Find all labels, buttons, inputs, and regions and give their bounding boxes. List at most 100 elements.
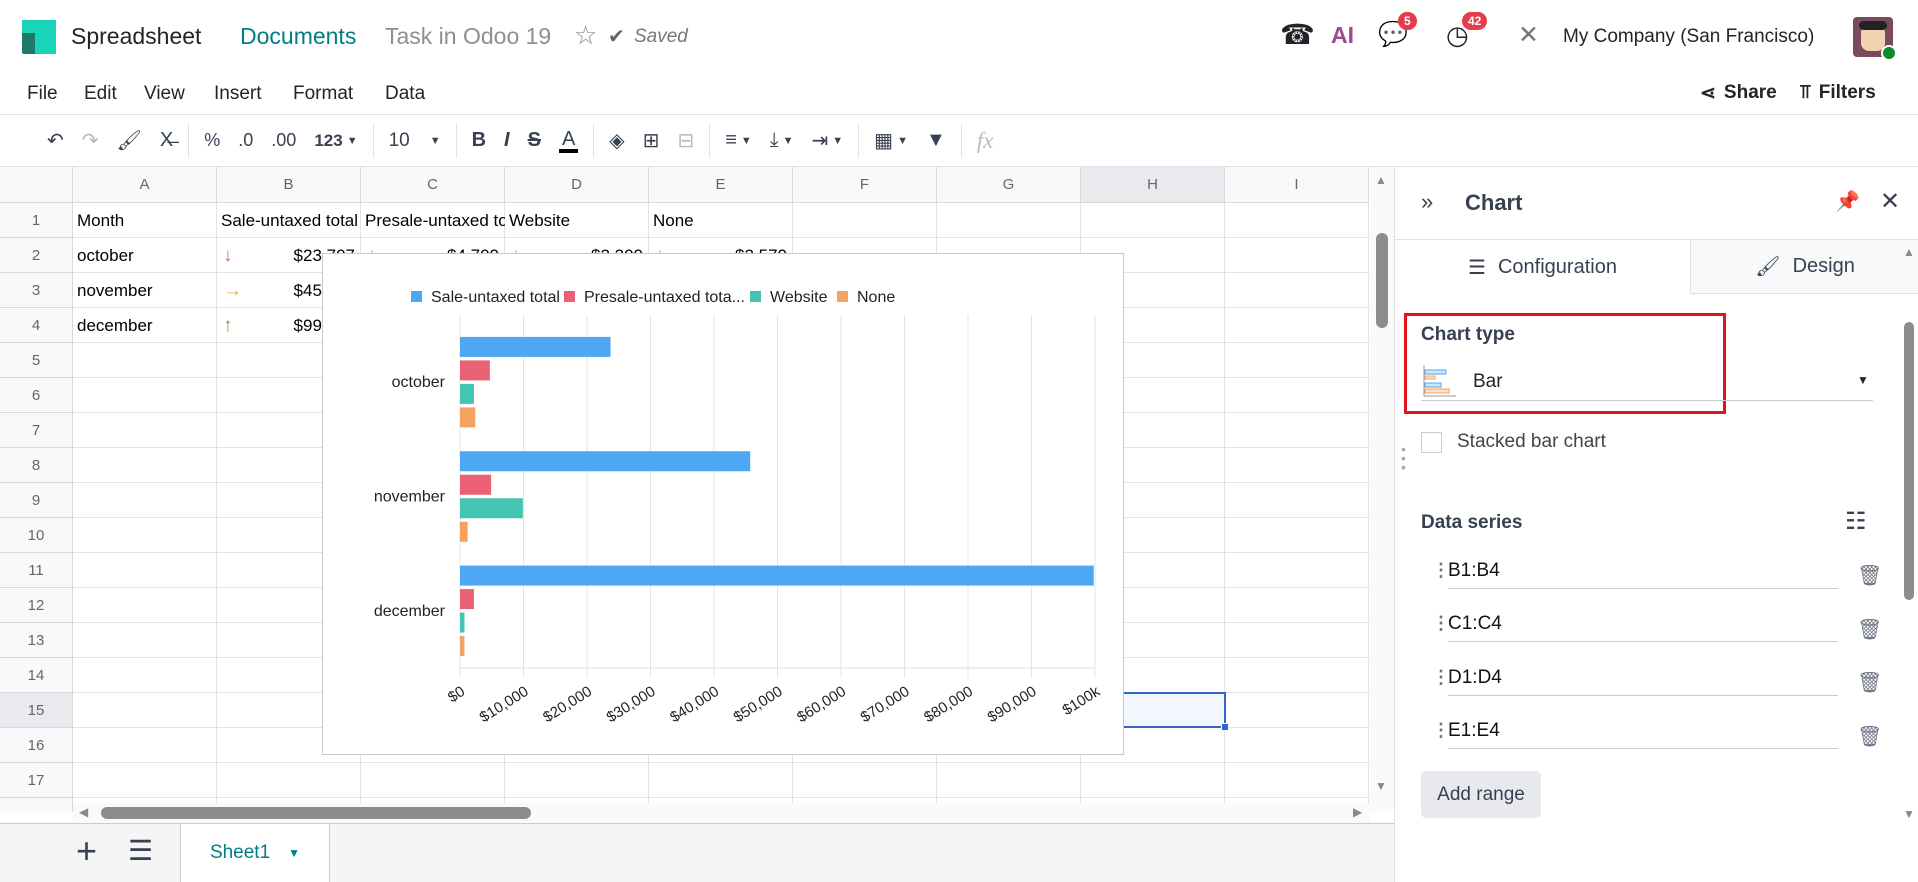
grid-cell[interactable]: october — [73, 238, 217, 273]
range-input[interactable]: C1:C4 — [1448, 613, 1838, 642]
row-header[interactable]: 17 — [0, 763, 73, 798]
spreadsheet-logo-icon[interactable] — [22, 20, 56, 54]
grid-cell[interactable]: Presale-untaxed total — [361, 203, 505, 238]
row-header[interactable]: 13 — [0, 623, 73, 658]
pin-icon[interactable]: 📌 — [1835, 189, 1860, 214]
range-input[interactable]: E1:E4 — [1448, 720, 1838, 749]
row-header[interactable]: 8 — [0, 448, 73, 483]
star-icon[interactable]: ☆ — [574, 20, 597, 51]
add-sheet-icon[interactable]: + — [76, 830, 97, 872]
increase-decimal-button[interactable]: .00 — [262, 130, 305, 151]
ai-icon[interactable]: AI — [1331, 22, 1354, 49]
resize-handle-icon[interactable]: • • • — [1401, 442, 1407, 474]
grid-cell[interactable]: Website — [505, 203, 649, 238]
tab-configuration[interactable]: ☰ Configuration — [1395, 240, 1690, 294]
font-size-dropdown[interactable]: 10 ▼ — [380, 130, 450, 152]
column-header[interactable]: E — [649, 167, 793, 203]
activity-clock-icon[interactable]: ◷ 42 — [1446, 12, 1488, 51]
row-header[interactable]: 11 — [0, 553, 73, 588]
user-avatar[interactable] — [1853, 17, 1897, 61]
select-all-corner[interactable] — [0, 167, 73, 203]
chevron-down-icon[interactable]: ▼ — [288, 846, 300, 860]
row-header[interactable]: 9 — [0, 483, 73, 518]
row-header[interactable]: 12 — [0, 588, 73, 623]
sheet-tab-sheet1[interactable]: Sheet1 ▼ — [180, 824, 330, 882]
strikethrough-button[interactable]: S — [519, 129, 550, 152]
share-button[interactable]: ⋖ Share — [1700, 82, 1777, 105]
row-header[interactable]: 10 — [0, 518, 73, 553]
chat-icon[interactable]: 💬 5 — [1378, 12, 1417, 49]
chart-type-select[interactable]: Bar ▼ — [1421, 363, 1873, 401]
autofill-handle[interactable] — [1221, 723, 1229, 731]
borders-icon[interactable]: ⊞ — [634, 128, 669, 153]
vertical-align-dropdown[interactable]: ⤓ ▼ — [761, 129, 803, 152]
grid-cell[interactable]: Month — [73, 203, 217, 238]
number-format-dropdown[interactable]: 123 ▼ — [305, 131, 366, 151]
merge-cells-icon[interactable]: ⊟ — [668, 128, 703, 153]
trash-icon[interactable]: 🗑 — [1857, 563, 1882, 588]
row-header[interactable]: 7 — [0, 413, 73, 448]
grid-cell[interactable]: Sale-untaxed total — [217, 203, 361, 238]
row-header[interactable]: 2 — [0, 238, 73, 273]
wrapping-dropdown[interactable]: ⇥ ▼ — [803, 128, 853, 153]
formula-bar[interactable]: fx — [968, 128, 1003, 154]
phone-icon[interactable]: ☎ — [1280, 18, 1315, 51]
vertical-scroll-thumb[interactable] — [1376, 233, 1388, 328]
trash-icon[interactable]: 🗑 — [1857, 724, 1882, 749]
range-input[interactable]: B1:B4 — [1448, 560, 1838, 589]
panel-scroll-thumb[interactable] — [1904, 322, 1914, 600]
close-icon[interactable]: ✕ — [1880, 187, 1900, 216]
document-name[interactable]: Task in Odoo 19 — [385, 23, 551, 50]
column-header[interactable]: I — [1225, 167, 1369, 203]
text-color-button[interactable]: A — [558, 129, 579, 153]
horizontal-align-dropdown[interactable]: ≡ ▼ — [716, 129, 761, 152]
tab-design[interactable]: 🖌 Design — [1690, 240, 1918, 294]
column-header[interactable]: F — [793, 167, 937, 203]
horizontal-scrollbar[interactable]: ◀ ▶ — [73, 803, 1370, 823]
add-range-button[interactable]: Add range — [1421, 771, 1541, 818]
grid-cell[interactable]: november — [73, 273, 217, 308]
column-header[interactable]: A — [73, 167, 217, 203]
fill-color-icon[interactable]: ◈ — [600, 128, 633, 153]
stacked-checkbox[interactable] — [1421, 432, 1442, 453]
column-header[interactable]: B — [217, 167, 361, 203]
redo-icon[interactable]: ↷ — [73, 128, 108, 153]
vertical-scrollbar[interactable]: ▲ ▼ — [1370, 167, 1394, 812]
menu-insert[interactable]: Insert — [214, 83, 262, 105]
decrease-decimal-button[interactable]: .0 — [229, 130, 262, 151]
clear-format-icon[interactable]: X̶ — [151, 129, 182, 152]
grid-cell[interactable]: None — [649, 203, 793, 238]
menu-format[interactable]: Format — [293, 83, 353, 105]
company-switcher[interactable]: My Company (San Francisco) — [1563, 26, 1814, 48]
italic-button[interactable]: I — [495, 129, 519, 152]
row-header[interactable]: 16 — [0, 728, 73, 763]
tools-icon[interactable]: ✕ — [1518, 20, 1539, 50]
table-dropdown[interactable]: ▦ ▼ — [865, 128, 917, 153]
column-header[interactable]: H — [1081, 167, 1225, 203]
row-header[interactable]: 15 — [0, 693, 73, 728]
undo-icon[interactable]: ↶ — [38, 128, 73, 153]
grid-cell[interactable]: december — [73, 308, 217, 343]
row-header[interactable]: 4 — [0, 308, 73, 343]
row-header[interactable]: 3 — [0, 273, 73, 308]
filters-button[interactable]: ⫪ Filters — [1800, 82, 1876, 104]
row-header[interactable]: 6 — [0, 378, 73, 413]
bold-button[interactable]: B — [463, 129, 495, 152]
row-header[interactable]: 14 — [0, 658, 73, 693]
menu-data[interactable]: Data — [385, 83, 425, 105]
column-header[interactable]: D — [505, 167, 649, 203]
column-header[interactable]: G — [937, 167, 1081, 203]
filter-icon[interactable]: ▼ — [917, 129, 955, 152]
row-header[interactable]: 1 — [0, 203, 73, 238]
column-header[interactable]: C — [361, 167, 505, 203]
menu-edit[interactable]: Edit — [84, 83, 117, 105]
menu-view[interactable]: View — [144, 83, 185, 105]
horizontal-scroll-thumb[interactable] — [101, 807, 531, 819]
trash-icon[interactable]: 🗑 — [1857, 617, 1882, 642]
sheet-list-icon[interactable]: ☰ — [128, 834, 153, 867]
format-percent-button[interactable]: % — [195, 130, 229, 151]
trash-icon[interactable]: 🗑 — [1857, 670, 1882, 695]
row-header[interactable]: 5 — [0, 343, 73, 378]
collapse-panel-icon[interactable]: » — [1421, 189, 1433, 215]
split-series-icon[interactable]: ☷ — [1845, 507, 1867, 536]
